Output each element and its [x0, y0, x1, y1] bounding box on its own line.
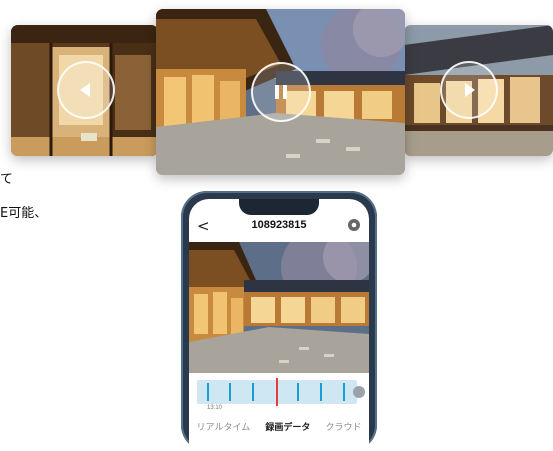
video-card-center[interactable] [156, 9, 405, 175]
device-title: 108923815 [251, 219, 307, 231]
prev-button[interactable] [57, 61, 115, 119]
timeline-marker [343, 383, 345, 401]
phone-notch [239, 199, 319, 215]
video-card-left[interactable] [11, 25, 158, 156]
tab-recordings[interactable]: 録画データ [265, 420, 310, 433]
recording-timeline[interactable] [197, 378, 357, 406]
gear-icon[interactable] [347, 218, 361, 232]
phone-screen: < 108923815 13:10 リアルタイム 録画データ クラウド [189, 199, 369, 451]
pause-button[interactable] [251, 62, 311, 122]
prev-icon [80, 83, 90, 97]
timeline-zoom-icon[interactable] [353, 386, 365, 398]
timeline-marker [252, 383, 254, 401]
phone-mockup: < 108923815 13:10 リアルタイム 録画データ クラウド [181, 191, 377, 451]
tab-realtime[interactable]: リアルタイム [197, 420, 251, 433]
video-card-right[interactable] [404, 25, 553, 156]
timeline-marker [207, 383, 209, 401]
timeline-marker [229, 383, 231, 401]
courtyard-preview-image [189, 242, 369, 373]
app-header: < 108923815 [189, 215, 369, 239]
tab-bar: リアルタイム 録画データ クラウド [189, 417, 369, 435]
timeline-marker [297, 383, 299, 401]
pause-icon [275, 85, 287, 99]
timeline-marker [320, 383, 322, 401]
tab-cloud[interactable]: クラウド [325, 420, 361, 433]
side-text-line-2: E可能、 [0, 206, 48, 221]
timeline-cursor[interactable] [276, 378, 278, 406]
side-text-line-1: て [0, 172, 14, 187]
video-preview[interactable] [189, 242, 369, 373]
play-icon [465, 83, 475, 97]
play-button[interactable] [440, 61, 498, 119]
timeline-time-label: 13:10 [207, 405, 223, 411]
